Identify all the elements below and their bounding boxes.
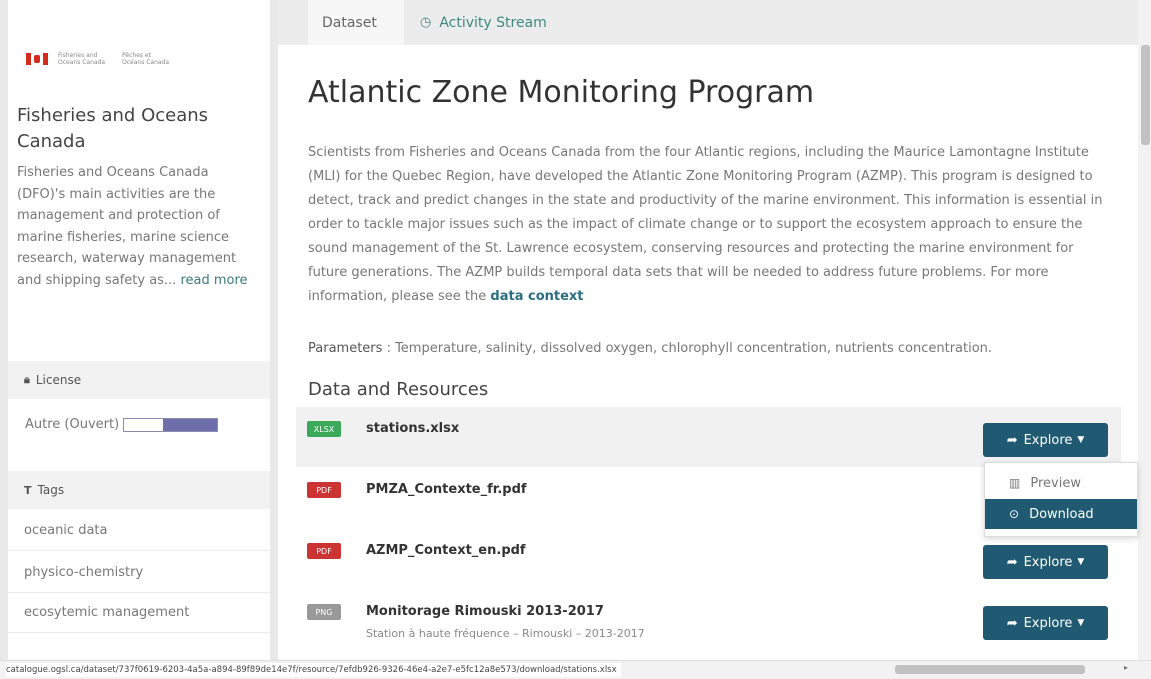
explore-label: Explore	[1023, 615, 1073, 631]
status-bar: catalogue.ogsl.ca/dataset/737f0619-6203-…	[0, 660, 1151, 679]
resources-heading: Data and Resources	[308, 379, 489, 400]
page-title: Atlantic Zone Monitoring Program	[308, 75, 815, 110]
tags-heading: T Tags	[8, 471, 270, 509]
format-badge: PDF	[307, 543, 341, 559]
org-title: Fisheries and Oceans Canada	[17, 105, 209, 152]
preview-menu-item[interactable]: ▥ Preview	[985, 468, 1137, 498]
resource-name[interactable]: AZMP_Context_en.pdf	[366, 543, 526, 558]
format-badge: XLSX	[307, 421, 341, 437]
license-value[interactable]: Autre (Ouvert)	[25, 417, 219, 432]
scroll-right-arrow-icon[interactable]: ▸	[1124, 663, 1128, 672]
tag-icon: T	[24, 483, 32, 497]
vertical-scrollbar-thumb[interactable]	[1141, 45, 1150, 145]
tab-activity-label: Activity Stream	[439, 14, 547, 31]
parameters-value: : Temperature, salinity, dissolved oxyge…	[386, 341, 993, 356]
resource-description: Station à haute fréquence – Rimouski – 2…	[366, 627, 645, 640]
logo-text-fr: Pêches et Océans Canada	[122, 52, 170, 66]
status-url: catalogue.ogsl.ca/dataset/737f0619-6203-…	[6, 663, 621, 677]
download-label: Download	[1029, 506, 1094, 522]
parameters: Parameters : Temperature, salinity, diss…	[308, 341, 1108, 356]
tag-item[interactable]: physico-chemistry	[8, 553, 270, 593]
download-menu-item[interactable]: ⊙ Download	[985, 499, 1137, 529]
bar-chart-icon: ▥	[1009, 476, 1021, 490]
license-heading-label: License	[35, 373, 82, 387]
logo-text-en: Fisheries and Oceans Canada	[58, 52, 106, 66]
tags-heading-label: Tags	[37, 483, 65, 497]
read-more-link[interactable]: read more	[180, 273, 247, 288]
share-arrow-icon: ➦	[1006, 554, 1018, 570]
main-content: Atlantic Zone Monitoring Program Scienti…	[278, 45, 1138, 660]
explore-label: Explore	[1023, 432, 1073, 448]
resource-item[interactable]: PDF AZMP_Context_en.pdf ➦ Explore ▼	[296, 529, 1121, 589]
org-logo[interactable]: Fisheries and Oceans Canada Pêches et Oc…	[26, 52, 186, 66]
caret-down-icon: ▼	[1077, 618, 1085, 628]
resource-name[interactable]: PMZA_Contexte_fr.pdf	[366, 482, 527, 497]
format-badge: PDF	[307, 482, 341, 498]
resource-item[interactable]: XLSX stations.xlsx ➦ Explore ▼	[296, 407, 1121, 467]
dataset-description: Scientists from Fisheries and Oceans Can…	[308, 141, 1108, 309]
tab-dataset-label: Dataset	[322, 14, 377, 31]
explore-dropdown-menu: ▥ Preview ⊙ Download	[984, 462, 1138, 537]
explore-button[interactable]: ➦ Explore ▼	[983, 423, 1108, 457]
caret-down-icon: ▼	[1077, 435, 1085, 445]
dataset-description-text: Scientists from Fisheries and Oceans Can…	[308, 145, 1103, 304]
tag-item[interactable]: ecosytemic management	[8, 593, 270, 633]
explore-label: Explore	[1023, 554, 1073, 570]
tab-bar: Dataset ◷ Activity Stream	[278, 0, 1138, 45]
download-icon: ⊙	[1009, 507, 1020, 521]
explore-button[interactable]: ➦ Explore ▼	[983, 545, 1108, 579]
caret-down-icon: ▼	[1077, 557, 1085, 567]
horizontal-scrollbar-thumb[interactable]	[895, 665, 1085, 674]
tag-item[interactable]: oceanic data	[8, 511, 270, 551]
share-arrow-icon: ➦	[1006, 615, 1018, 631]
org-description: Fisheries and Oceans Canada (DFO)'s main…	[17, 162, 257, 291]
tab-dataset[interactable]: Dataset	[308, 0, 404, 45]
data-context-link[interactable]: data context	[490, 289, 583, 304]
resource-item[interactable]: PNG Monitorage Rimouski 2013-2017 Statio…	[296, 590, 1121, 650]
tab-activity-stream[interactable]: ◷ Activity Stream	[406, 0, 561, 45]
org-description-text: Fisheries and Oceans Canada (DFO)'s main…	[17, 165, 237, 288]
share-arrow-icon: ➦	[1006, 432, 1018, 448]
format-badge: PNG	[307, 604, 341, 620]
preview-label: Preview	[1030, 475, 1081, 491]
explore-button[interactable]: ➦ Explore ▼	[983, 606, 1108, 640]
lock-icon: 🔒︎	[24, 373, 30, 386]
license-value-text: Autre (Ouvert)	[25, 417, 120, 432]
open-data-badge-icon	[123, 417, 219, 432]
canada-flag-icon	[26, 53, 48, 65]
clock-icon: ◷	[420, 15, 432, 30]
parameters-label: Parameters	[308, 341, 383, 356]
license-heading: 🔒︎ License	[8, 361, 270, 399]
resource-name[interactable]: Monitorage Rimouski 2013-2017	[366, 604, 604, 619]
resource-name[interactable]: stations.xlsx	[366, 421, 459, 436]
